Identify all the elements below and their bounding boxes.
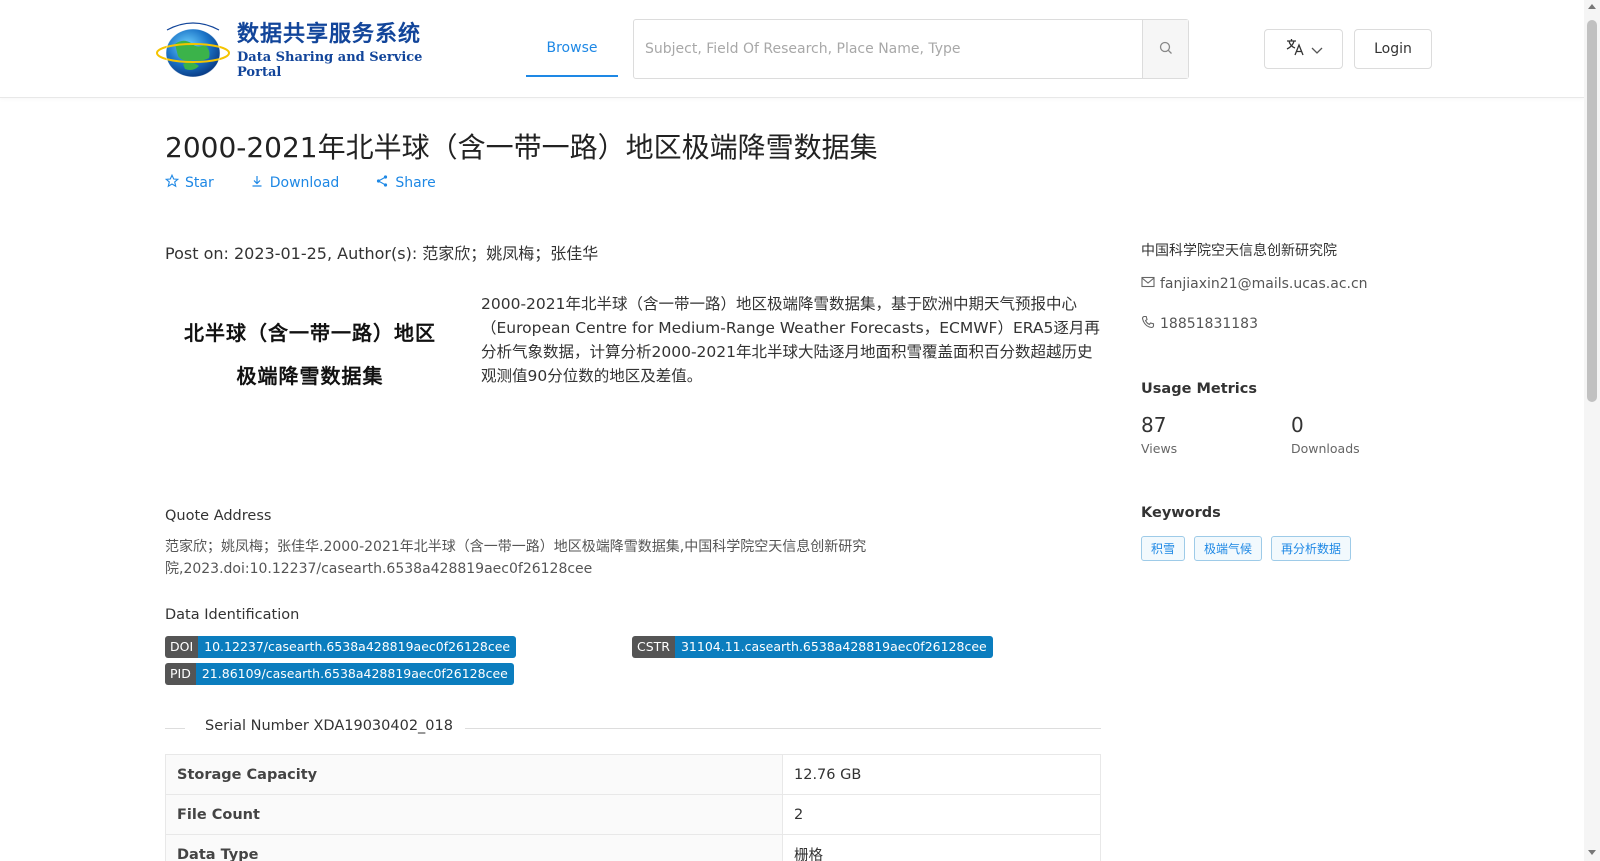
doi-badge[interactable]: DOI 10.12237/casearth.6538a428819aec0f26… xyxy=(165,636,517,658)
data-identification-label: Data Identification xyxy=(165,607,300,623)
search-button[interactable] xyxy=(1142,20,1188,78)
downloads-label: Downloads xyxy=(1291,441,1360,456)
cstr-value: 31104.11.casearth.6538a428819aec0f26128c… xyxy=(674,636,993,658)
keyword-list: 积雪 极端气候 再分析数据 xyxy=(1141,536,1352,561)
dataset-title: 2000-2021年北半球（含一带一路）地区极端降雪数据集 xyxy=(165,131,878,164)
keywords-heading: Keywords xyxy=(1141,505,1221,521)
share-label: Share xyxy=(395,175,436,191)
cover-line-1: 北半球（含一带一路）地区 xyxy=(184,321,436,345)
search-input[interactable] xyxy=(634,20,1142,78)
email-text: fanjiaxin21@mails.ucas.ac.cn xyxy=(1160,276,1368,292)
site-logo[interactable]: 数据共享服务系统 Data Sharing and Service Portal xyxy=(153,16,443,80)
download-button[interactable]: Download xyxy=(250,174,340,192)
star-icon xyxy=(164,173,180,192)
phone-text: 18851831183 xyxy=(1160,316,1258,332)
share-icon xyxy=(375,174,389,192)
doi-value: 10.12237/casearth.6538a428819aec0f26128c… xyxy=(198,636,517,658)
table-value: 12.76 GB xyxy=(782,754,1101,795)
search-bar xyxy=(633,19,1189,79)
nav-browse-tab[interactable]: Browse xyxy=(526,20,618,77)
downloads-count: 0 xyxy=(1291,413,1304,437)
dataset-description: 2000-2021年北半球（含一带一路）地区极端降雪数据集，基于欧洲中期天气预报… xyxy=(481,295,1100,385)
dataset-actions: Star Download Share xyxy=(164,173,436,192)
logo-title-cn: 数据共享服务系统 xyxy=(237,21,422,47)
translate-icon xyxy=(1285,38,1305,60)
pid-value: 21.86109/casearth.6538a428819aec0f26128c… xyxy=(195,663,514,685)
pid-key: PID xyxy=(165,663,196,685)
mail-icon xyxy=(1141,276,1155,292)
keyword-tag[interactable]: 积雪 xyxy=(1141,536,1186,561)
search-icon xyxy=(1159,40,1173,59)
table-row: File Count 2 xyxy=(165,794,1101,835)
dataset-metadata-table: Storage Capacity 12.76 GB File Count 2 D… xyxy=(165,754,1101,861)
table-row: Data Type 栅格 xyxy=(165,834,1101,861)
star-label: Star xyxy=(185,175,214,191)
globe-logo-icon xyxy=(153,16,233,80)
post-info: Post on: 2023-01-25, Author(s): 范家欣；姚凤梅；… xyxy=(165,244,599,263)
phone-icon xyxy=(1141,315,1155,333)
site-header: 数据共享服务系统 Data Sharing and Service Portal… xyxy=(0,0,1584,98)
table-value: 栅格 xyxy=(782,834,1101,861)
keyword-tag[interactable]: 极端气候 xyxy=(1194,536,1263,561)
cover-line-2: 极端降雪数据集 xyxy=(236,364,384,388)
quote-address-label: Quote Address xyxy=(165,508,272,524)
logo-title-en: Data Sharing and Service Portal xyxy=(237,50,423,80)
chevron-down-icon xyxy=(1311,40,1323,59)
doi-key: DOI xyxy=(165,636,199,658)
scroll-up-arrow-icon[interactable] xyxy=(1588,4,1596,9)
language-selector[interactable] xyxy=(1264,29,1343,69)
views-metric: 87 Views xyxy=(1141,413,1177,456)
table-key: Data Type xyxy=(165,834,783,861)
login-button[interactable]: Login xyxy=(1354,29,1432,69)
cstr-key: CSTR xyxy=(632,636,675,658)
serial-number-divider: Serial Number XDA19030402_018 xyxy=(165,718,1101,738)
views-count: 87 xyxy=(1141,413,1167,437)
pid-badge[interactable]: PID 21.86109/casearth.6538a428819aec0f26… xyxy=(165,663,514,685)
table-value: 2 xyxy=(782,794,1101,835)
contact-email[interactable]: fanjiaxin21@mails.ucas.ac.cn xyxy=(1141,276,1368,292)
table-key: Storage Capacity xyxy=(165,754,783,795)
serial-number: Serial Number XDA19030402_018 xyxy=(205,718,453,734)
downloads-metric: 0 Downloads xyxy=(1291,413,1360,456)
table-row: Storage Capacity 12.76 GB xyxy=(165,754,1101,795)
dataset-cover-image: 北半球（含一带一路）地区 极端降雪数据集 xyxy=(165,288,455,418)
scroll-thumb[interactable] xyxy=(1587,20,1597,402)
contact-phone: 18851831183 xyxy=(1141,315,1258,333)
page-scrollbar[interactable] xyxy=(1584,0,1600,861)
views-label: Views xyxy=(1141,441,1178,456)
star-button[interactable]: Star xyxy=(164,173,214,192)
organization-name: 中国科学院空天信息创新研究院 xyxy=(1141,243,1337,259)
table-key: File Count xyxy=(165,794,783,835)
download-icon xyxy=(250,174,264,192)
keyword-tag[interactable]: 再分析数据 xyxy=(1271,536,1352,561)
usage-metrics-heading: Usage Metrics xyxy=(1141,381,1257,397)
cstr-badge[interactable]: CSTR 31104.11.casearth.6538a428819aec0f2… xyxy=(632,636,993,658)
download-label: Download xyxy=(269,175,340,191)
quote-address: 范家欣；姚凤梅；张佳华.2000-2021年北半球（含一带一路）地区极端降雪数据… xyxy=(165,539,867,577)
scroll-down-arrow-icon[interactable] xyxy=(1588,850,1596,855)
share-button[interactable]: Share xyxy=(375,174,436,192)
